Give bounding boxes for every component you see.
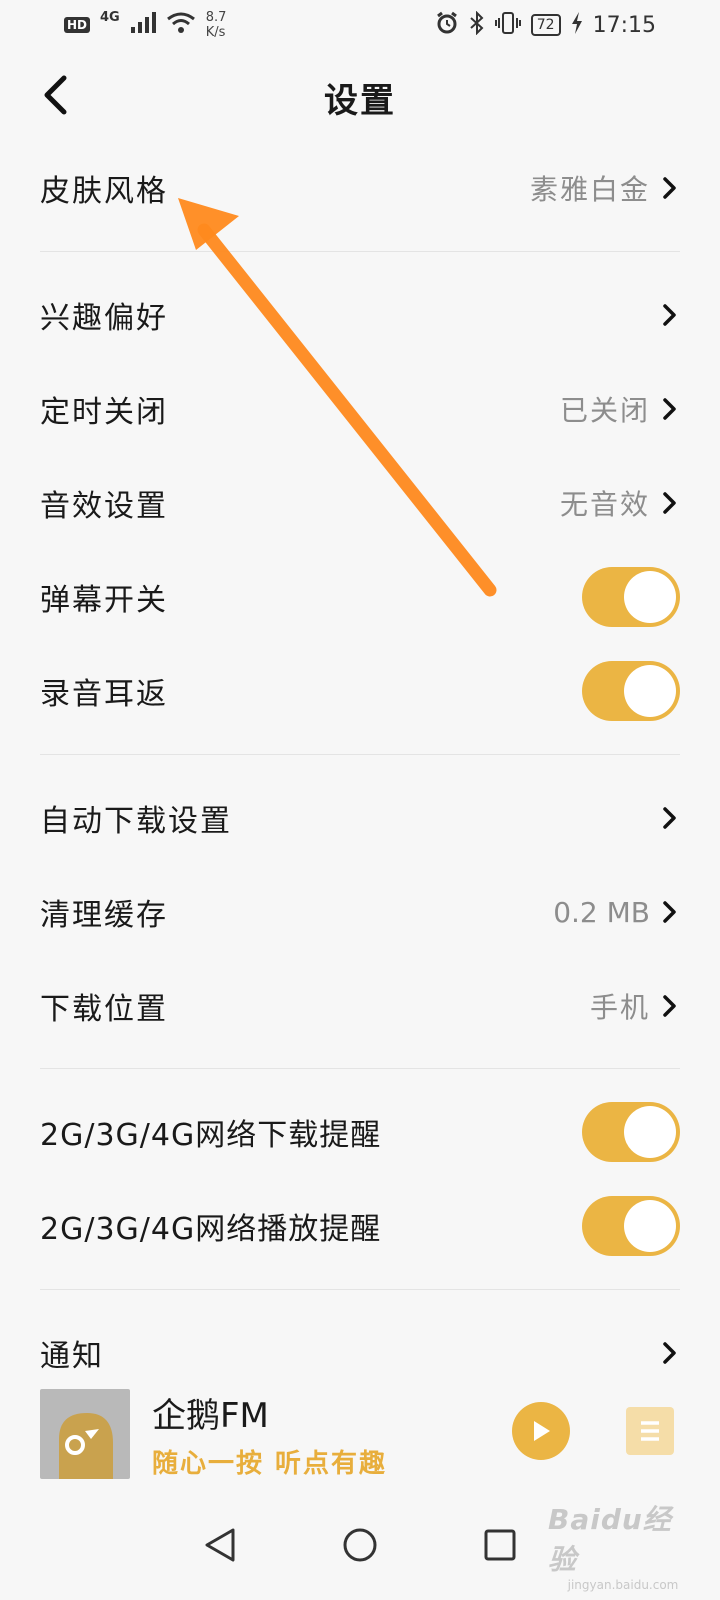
mobile-download-alert-toggle[interactable] — [582, 1102, 680, 1162]
section-divider — [40, 251, 680, 252]
section-divider — [40, 1289, 680, 1290]
setting-label: 2G/3G/4G网络播放提醒 — [40, 1212, 382, 1247]
status-left: HD 4G 8.7 K/s — [64, 10, 226, 40]
clock: 17:15 — [592, 12, 656, 38]
charging-icon — [571, 11, 583, 39]
player-slogan: 随心一按 听点有趣 — [152, 1449, 388, 1479]
setting-download-location[interactable]: 下载位置 手机 — [40, 959, 680, 1053]
square-recents-icon — [484, 1529, 516, 1561]
status-bar: HD 4G 8.7 K/s 72 17:15 — [0, 0, 720, 50]
setting-right — [660, 302, 680, 328]
section-divider — [40, 754, 680, 755]
setting-right — [660, 805, 680, 831]
hd-badge: HD — [64, 17, 91, 33]
header: 设置 — [0, 62, 720, 132]
mobile-play-alert-toggle[interactable] — [582, 1196, 680, 1256]
circle-home-icon — [343, 1528, 377, 1562]
setting-label: 定时关闭 — [40, 395, 168, 430]
speed-value: 8.7 — [205, 10, 227, 25]
toggle-knob — [624, 1106, 676, 1158]
setting-timer-close[interactable]: 定时关闭 已关闭 — [40, 362, 680, 456]
setting-skin-style[interactable]: 皮肤风格 素雅白金 — [40, 141, 680, 235]
setting-label: 皮肤风格 — [40, 174, 168, 209]
ear-return-toggle[interactable] — [582, 661, 680, 721]
toggle-knob — [624, 1200, 676, 1252]
toggle-knob — [624, 571, 676, 623]
play-button[interactable] — [512, 1402, 570, 1460]
setting-label: 弹幕开关 — [40, 583, 168, 618]
setting-label: 自动下载设置 — [40, 804, 232, 839]
chevron-right-icon — [660, 993, 680, 1019]
setting-right: 无音效 — [560, 483, 680, 523]
wifi-icon — [166, 12, 196, 39]
album-cover[interactable] — [40, 1389, 130, 1479]
signal-icon — [130, 11, 156, 39]
nav-recents-button[interactable] — [470, 1515, 530, 1575]
setting-mobile-play-alert: 2G/3G/4G网络播放提醒 — [40, 1179, 680, 1273]
setting-label: 音效设置 — [40, 489, 168, 524]
setting-mobile-download-alert: 2G/3G/4G网络下载提醒 — [40, 1085, 680, 1179]
chevron-right-icon — [660, 175, 680, 201]
nav-back-button[interactable] — [190, 1515, 250, 1575]
setting-value: 手机 — [589, 991, 650, 1024]
setting-right: 0.2 MB — [553, 896, 680, 929]
setting-right — [660, 1340, 680, 1366]
alarm-icon — [435, 11, 459, 40]
network-speed: 8.7 K/s — [206, 10, 227, 40]
page-title: 设置 — [324, 80, 396, 121]
chevron-right-icon — [660, 805, 680, 831]
back-arrow-icon — [44, 75, 67, 115]
setting-sound-effect[interactable]: 音效设置 无音效 — [40, 456, 680, 550]
setting-auto-download[interactable]: 自动下载设置 — [40, 771, 680, 865]
danmaku-toggle[interactable] — [582, 567, 680, 627]
playlist-icon — [641, 1421, 659, 1441]
speed-unit: K/s — [205, 25, 226, 40]
toggle-knob — [624, 665, 676, 717]
system-nav-bar — [0, 1490, 720, 1600]
setting-ear-return: 录音耳返 — [40, 644, 680, 738]
setting-interests[interactable]: 兴趣偏好 — [40, 268, 680, 362]
bluetooth-icon — [469, 10, 485, 40]
network-type: 4G — [100, 9, 120, 25]
chevron-right-icon — [660, 1340, 680, 1366]
setting-label: 2G/3G/4G网络下载提醒 — [40, 1118, 382, 1153]
setting-label: 清理缓存 — [40, 898, 168, 933]
mini-player[interactable]: 企鹅FM 随心一按 听点有趣 — [0, 1378, 720, 1490]
chevron-right-icon — [660, 490, 680, 516]
setting-value: 已关闭 — [559, 394, 650, 427]
setting-label: 通知 — [40, 1339, 104, 1374]
player-title: 企鹅FM — [152, 1396, 269, 1436]
setting-danmaku: 弹幕开关 — [40, 550, 680, 644]
penguin-icon — [59, 1413, 113, 1479]
setting-value: 0.2 MB — [553, 895, 650, 929]
triangle-back-icon — [205, 1528, 235, 1562]
battery-indicator: 72 — [530, 14, 561, 36]
section-divider — [40, 1068, 680, 1069]
setting-right: 手机 — [590, 986, 680, 1026]
setting-value: 无音效 — [559, 488, 650, 521]
play-icon — [534, 1421, 550, 1441]
chevron-right-icon — [660, 899, 680, 925]
vibrate-icon — [494, 11, 521, 40]
chevron-right-icon — [660, 302, 680, 328]
player-info: 企鹅FM 随心一按 听点有趣 — [152, 1388, 387, 1480]
setting-right: 已关闭 — [560, 389, 680, 429]
back-button[interactable] — [32, 72, 78, 118]
setting-label: 录音耳返 — [40, 677, 168, 712]
setting-clear-cache[interactable]: 清理缓存 0.2 MB — [40, 865, 680, 959]
setting-label: 下载位置 — [40, 992, 168, 1027]
chevron-right-icon — [660, 396, 680, 422]
playlist-button[interactable] — [626, 1407, 674, 1455]
setting-value: 素雅白金 — [529, 173, 650, 206]
status-right: 72 17:15 — [435, 10, 656, 40]
setting-right: 素雅白金 — [530, 168, 680, 208]
nav-home-button[interactable] — [330, 1515, 390, 1575]
setting-label: 兴趣偏好 — [40, 301, 168, 336]
